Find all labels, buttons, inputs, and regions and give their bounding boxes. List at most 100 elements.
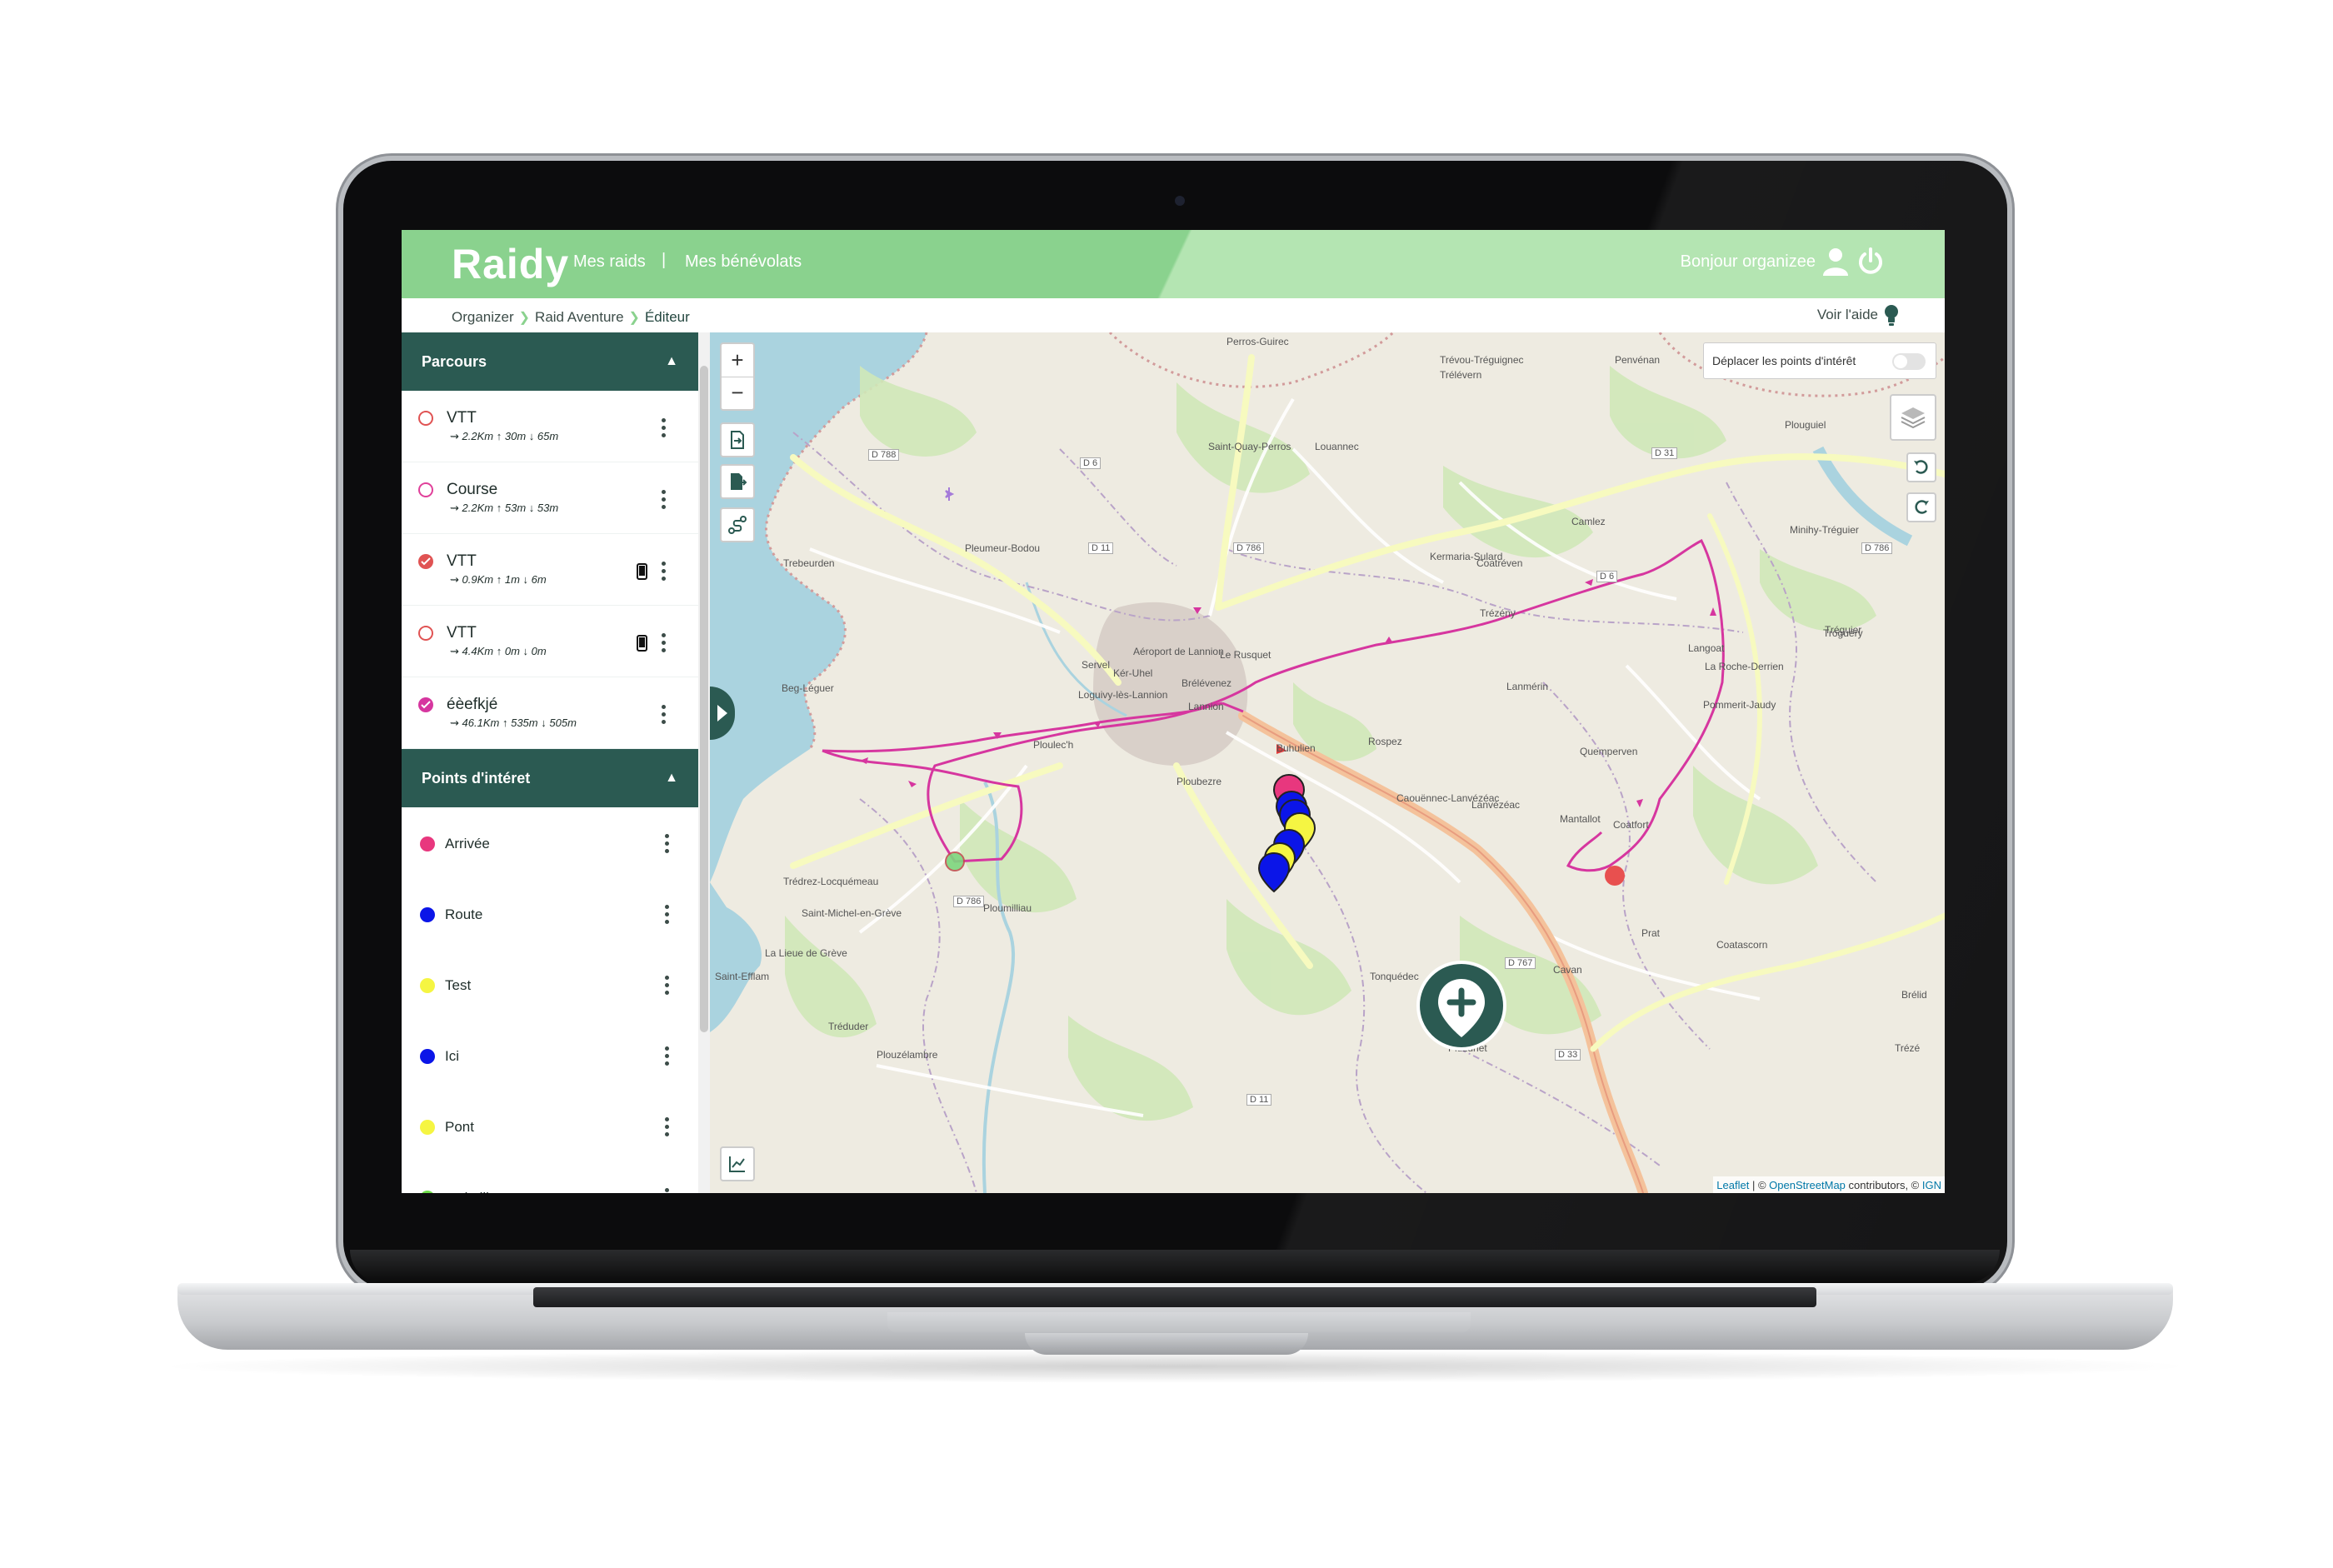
import-gpx-button[interactable] bbox=[720, 422, 755, 457]
mobile-phone-icon bbox=[637, 635, 647, 652]
attribution-mid: contributors, © bbox=[1845, 1178, 1922, 1191]
route-item[interactable]: VTT ⇝ 0.9Km ↑ 1m ↓ 6m bbox=[402, 534, 698, 606]
poi-menu-icon[interactable] bbox=[665, 1046, 670, 1066]
zoom-out-button[interactable]: − bbox=[722, 377, 753, 409]
chevron-up-icon[interactable]: ▲ bbox=[665, 771, 678, 786]
nav-my-raids[interactable]: Mes raids bbox=[573, 252, 646, 272]
road-label: D 786 bbox=[953, 896, 985, 907]
route-distance: 0.9Km bbox=[462, 573, 494, 586]
poi-menu-icon[interactable] bbox=[665, 976, 670, 996]
zoom-in-button[interactable]: + bbox=[722, 345, 753, 377]
map-place-label: Trédrez-Locquémeau bbox=[783, 876, 879, 887]
route-elevation-up: 53m bbox=[504, 502, 527, 514]
osm-link[interactable]: OpenStreetMap bbox=[1769, 1179, 1846, 1191]
draw-route-button[interactable] bbox=[720, 507, 755, 542]
app-logo[interactable]: Raidy bbox=[452, 240, 569, 288]
elevation-down-icon: ↓ bbox=[522, 645, 529, 657]
user-icon[interactable] bbox=[1821, 247, 1850, 277]
map-place-label: Trézény bbox=[1480, 607, 1516, 619]
undo-button[interactable] bbox=[1906, 452, 1936, 482]
route-checkbox[interactable] bbox=[418, 411, 433, 426]
poi-name: Test bbox=[445, 977, 472, 993]
scrollbar-thumb[interactable] bbox=[700, 366, 708, 1032]
ign-link[interactable]: IGN bbox=[1922, 1179, 1941, 1191]
poi-menu-icon[interactable] bbox=[665, 1117, 670, 1137]
route-checkbox[interactable] bbox=[418, 697, 433, 712]
map-place-label: Saint-Michel-en-Grève bbox=[802, 907, 902, 919]
poi-menu-icon[interactable] bbox=[665, 834, 670, 854]
map-place-label: Perros-Guirec bbox=[1226, 336, 1289, 347]
route-item[interactable]: Course ⇝ 2.2Km ↑ 53m ↓ 53m bbox=[402, 462, 698, 534]
power-icon[interactable] bbox=[1856, 247, 1885, 277]
routes-list: VTT ⇝ 2.2Km ↑ 30m ↓ 65m Course ⇝ 2.2Km ↑… bbox=[402, 391, 698, 749]
elevation-up-icon: ↑ bbox=[496, 573, 502, 586]
route-item[interactable]: VTT ⇝ 2.2Km ↑ 30m ↓ 65m bbox=[402, 391, 698, 462]
route-menu-icon[interactable] bbox=[662, 418, 667, 438]
toggle-switch[interactable] bbox=[1892, 353, 1926, 370]
route-elevation-down: 65m bbox=[537, 430, 559, 442]
route-name: VTT bbox=[447, 624, 477, 642]
nav-my-volunteering[interactable]: Mes bénévolats bbox=[685, 252, 802, 272]
routes-panel-header[interactable]: Parcours ▲ bbox=[402, 332, 698, 391]
route-stats: ⇝ 2.2Km ↑ 53m ↓ 53m bbox=[450, 502, 558, 515]
collapse-sidebar-button[interactable] bbox=[710, 687, 735, 740]
poi-item[interactable]: Test bbox=[402, 949, 698, 1020]
leaflet-link[interactable]: Leaflet bbox=[1716, 1179, 1749, 1191]
map-place-label: Tonquédec bbox=[1370, 971, 1419, 982]
poi-menu-icon[interactable] bbox=[665, 1188, 670, 1193]
map-view[interactable]: Perros-Guirec Trévou-Tréguignec Trélévern P… bbox=[710, 332, 1945, 1193]
poi-item[interactable]: Pont bbox=[402, 1091, 698, 1161]
redo-button[interactable] bbox=[1906, 492, 1936, 522]
map-place-label: Le Rusquet bbox=[1220, 649, 1271, 661]
route-distance-icon: ⇝ bbox=[450, 502, 459, 514]
poi-panel-header[interactable]: Points d'intéret ▲ bbox=[402, 749, 698, 807]
map-place-label: Coatfort bbox=[1613, 819, 1649, 831]
add-poi-button[interactable] bbox=[1416, 961, 1506, 1051]
route-item[interactable]: éèefkjé ⇝ 46.1Km ↑ 535m ↓ 505m bbox=[402, 677, 698, 749]
breadcrumb-organizer[interactable]: Organizer bbox=[452, 309, 514, 326]
route-menu-icon[interactable] bbox=[662, 490, 667, 510]
map-place-label: Lanvézéac bbox=[1471, 799, 1521, 811]
attribution-sep: | © bbox=[1749, 1178, 1770, 1191]
route-checkbox[interactable] bbox=[418, 626, 433, 641]
map-place-label: Plouguiel bbox=[1785, 419, 1826, 431]
route-item[interactable]: VTT ⇝ 4.4Km ↑ 0m ↓ 0m bbox=[402, 606, 698, 677]
poi-item[interactable]: Arrivée bbox=[402, 807, 698, 878]
chevron-up-icon[interactable]: ▲ bbox=[665, 354, 678, 369]
trackpad-edge bbox=[887, 1312, 1471, 1332]
road-label: D 33 bbox=[1555, 1049, 1581, 1061]
map-pin-plus-icon bbox=[1438, 979, 1485, 1037]
route-checkbox[interactable] bbox=[418, 482, 433, 497]
poi-item[interactable]: Route bbox=[402, 878, 698, 949]
map-place-label: Tréduder bbox=[828, 1021, 869, 1032]
map-place-label: Lanmérin bbox=[1506, 681, 1549, 692]
map-place-label: Saint-Efflam bbox=[715, 971, 770, 982]
elevation-up-icon: ↑ bbox=[496, 430, 502, 442]
route-menu-icon[interactable] bbox=[662, 633, 667, 653]
route-name: Course bbox=[447, 481, 498, 498]
sidebar-scrollbar[interactable] bbox=[698, 332, 710, 1193]
route-menu-icon[interactable] bbox=[662, 562, 667, 582]
move-poi-toggle[interactable]: Déplacer les points d'intérêt bbox=[1703, 342, 1936, 379]
elevation-chart-button[interactable] bbox=[720, 1146, 755, 1181]
map-place-label: Lannion bbox=[1188, 701, 1224, 712]
elevation-down-icon: ↓ bbox=[528, 430, 535, 442]
route-menu-icon[interactable] bbox=[662, 705, 667, 725]
poi-item[interactable]: Ici bbox=[402, 1020, 698, 1091]
poi-menu-icon[interactable] bbox=[665, 905, 670, 925]
elevation-down-icon: ↓ bbox=[522, 573, 529, 586]
lightbulb-icon[interactable] bbox=[1881, 303, 1901, 328]
layers-button[interactable] bbox=[1890, 394, 1936, 441]
undo-icon bbox=[1914, 460, 1928, 474]
route-stats: ⇝ 0.9Km ↑ 1m ↓ 6m bbox=[450, 573, 547, 587]
poi-item[interactable]: ravitaillement bbox=[402, 1161, 698, 1193]
breadcrumb-raid[interactable]: Raid Aventure bbox=[535, 309, 623, 326]
route-elevation-up: 30m bbox=[504, 430, 527, 442]
elevation-down-icon: ↓ bbox=[528, 502, 535, 514]
road-label: D 6 bbox=[1080, 457, 1102, 469]
move-poi-label: Déplacer les points d'intérêt bbox=[1712, 354, 1856, 367]
help-link[interactable]: Voir l'aide bbox=[1817, 307, 1878, 323]
export-gpx-button[interactable] bbox=[720, 464, 755, 499]
elevation-up-icon: ↑ bbox=[496, 645, 502, 657]
route-checkbox[interactable] bbox=[418, 554, 433, 569]
